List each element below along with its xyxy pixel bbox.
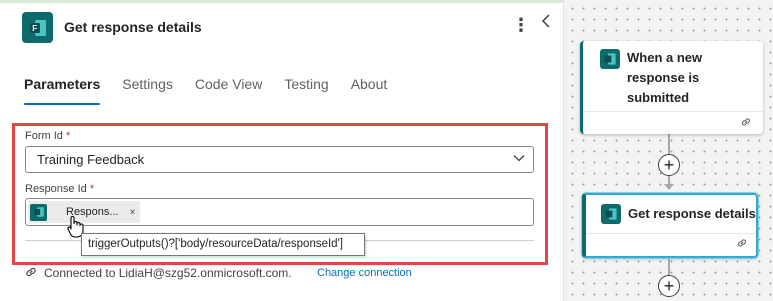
tab-settings[interactable]: Settings: [122, 76, 173, 106]
panel-tabs: Parameters Settings Code View Testing Ab…: [24, 76, 409, 106]
forms-app-icon: [600, 49, 620, 69]
form-id-value: Training Feedback: [37, 152, 145, 167]
forms-app-icon: [601, 204, 621, 224]
dynamic-content-token[interactable]: Respons... ×: [28, 201, 140, 223]
connector-line: [668, 258, 670, 276]
response-id-label: Response Id *: [25, 183, 94, 195]
form-id-dropdown[interactable]: Training Feedback: [25, 146, 534, 173]
tab-about[interactable]: About: [351, 76, 388, 106]
connector-line: [668, 134, 670, 155]
tab-parameters[interactable]: Parameters: [24, 76, 101, 106]
more-options-icon[interactable]: ⋮: [512, 15, 530, 35]
svg-text:F: F: [32, 24, 37, 33]
link-icon: [738, 239, 746, 247]
connector-arrow: [664, 184, 674, 190]
form-id-label-text: Form Id: [25, 130, 63, 142]
token-remove-icon[interactable]: ×: [130, 207, 136, 218]
chevron-down-icon[interactable]: [512, 151, 526, 165]
required-mark: *: [65, 130, 71, 142]
forms-app-icon: F: [22, 12, 53, 43]
expression-tooltip: triggerOutputs()?['body/resourceData/res…: [81, 233, 365, 256]
response-id-label-text: Response Id: [25, 183, 87, 195]
add-step-button[interactable]: +: [658, 154, 680, 176]
link-icon: [742, 118, 750, 126]
trigger-card[interactable]: When a new response is submitted: [580, 41, 763, 134]
action-card-selected[interactable]: Get response details: [582, 193, 758, 258]
card-divider: [583, 111, 763, 112]
tab-code-view[interactable]: Code View: [195, 76, 262, 106]
connection-link-icon: [26, 267, 36, 277]
panel-header: F Get response details ⋮: [22, 11, 557, 45]
add-step-button[interactable]: +: [658, 275, 680, 297]
collapse-chevron-icon[interactable]: [540, 13, 552, 33]
required-mark: *: [89, 183, 95, 195]
panel-title: Get response details: [64, 19, 202, 35]
tab-testing[interactable]: Testing: [284, 76, 328, 106]
trigger-card-title: When a new response is submitted: [627, 50, 703, 105]
forms-token-icon: [30, 203, 47, 221]
form-id-label: Form Id *: [25, 130, 70, 142]
change-connection-link[interactable]: Change connection: [317, 267, 412, 279]
card-divider: [586, 233, 756, 234]
connection-status-text: Connected to LidiaH@szg52.onmicrosoft.co…: [44, 266, 292, 280]
action-card-title: Get response details: [628, 206, 756, 221]
